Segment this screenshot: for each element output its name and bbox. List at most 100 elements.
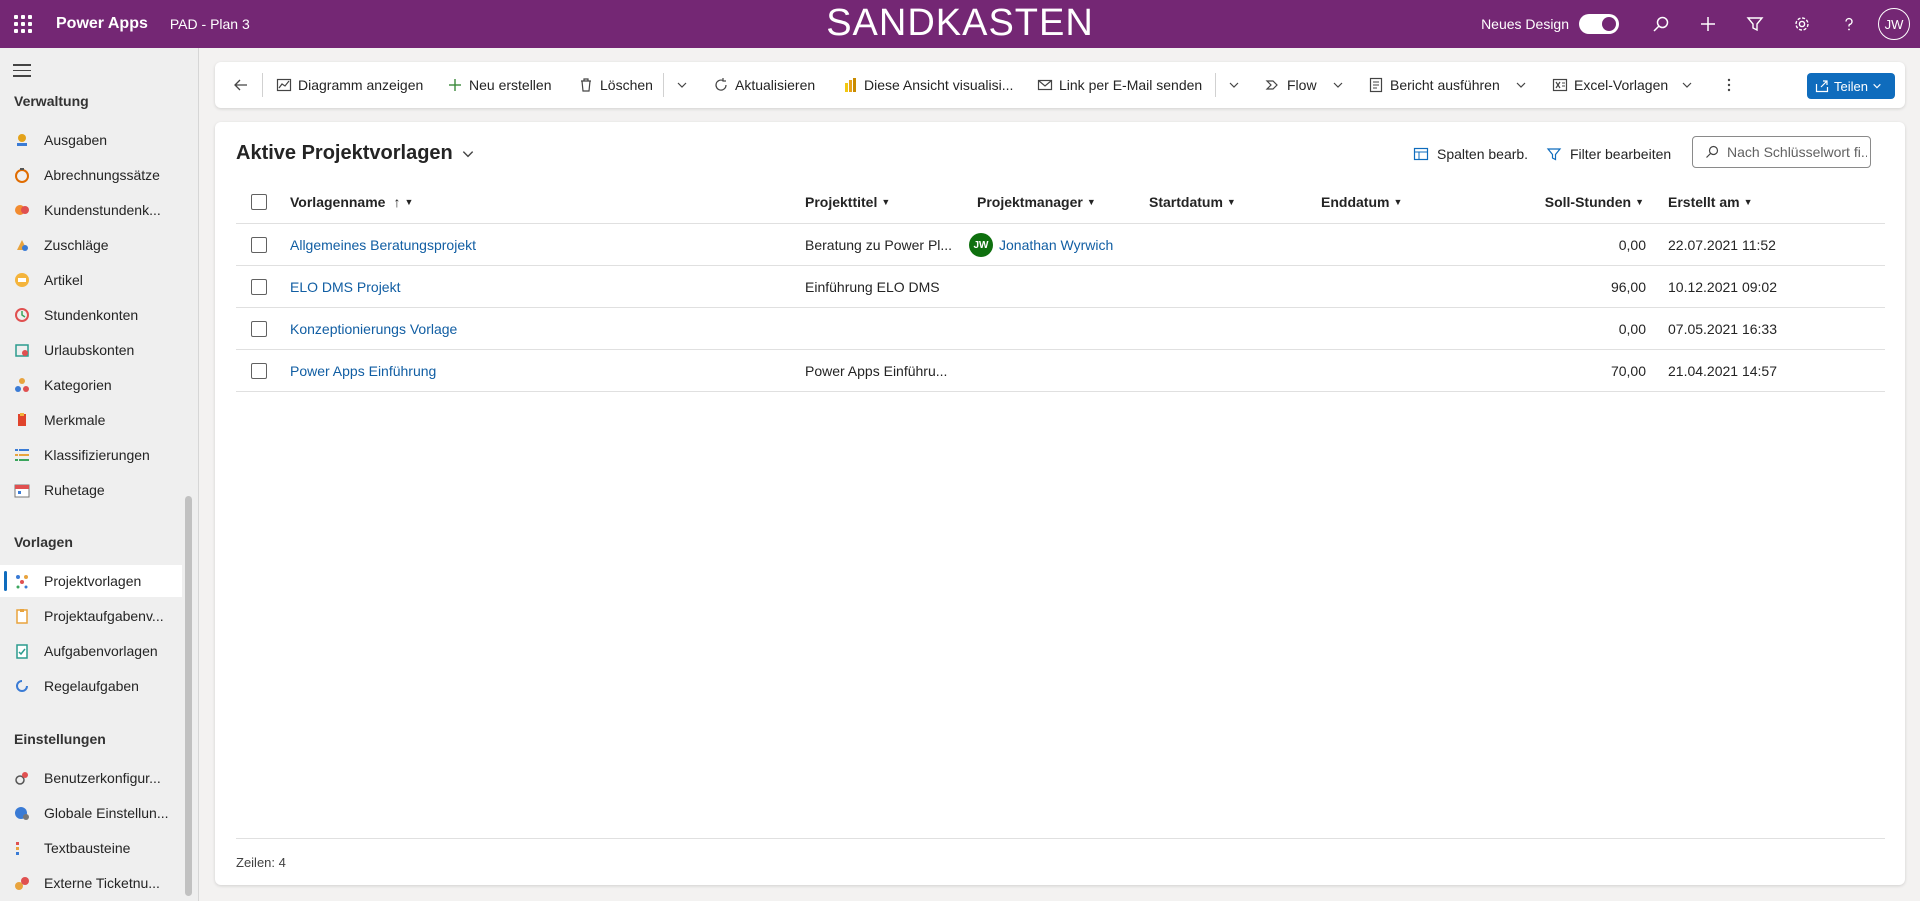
project-task-templates-icon: [14, 608, 30, 624]
sidebar-item-klassifizierungen[interactable]: Klassifizierungen: [0, 439, 182, 471]
share-icon: [1815, 80, 1829, 93]
sidebar-item-urlaubskonten[interactable]: Urlaubskonten: [0, 334, 182, 366]
filter-icon[interactable]: [1731, 0, 1778, 48]
rates-icon: [14, 167, 30, 183]
power-bi-icon: [845, 78, 856, 92]
flow-button[interactable]: Flow: [1265, 62, 1317, 108]
sidebar-item-benutzerkonfiguration[interactable]: Benutzerkonfigur...: [0, 762, 182, 794]
sidebar-item-artikel[interactable]: Artikel: [0, 264, 182, 296]
edit-columns-button[interactable]: Spalten bearb.: [1413, 138, 1528, 170]
search-icon[interactable]: [1637, 0, 1684, 48]
task-templates-icon: [14, 643, 30, 659]
help-icon[interactable]: [1825, 0, 1872, 48]
project-manager-cell[interactable]: [969, 350, 1139, 392]
back-button[interactable]: [233, 62, 255, 108]
template-name-link[interactable]: Allgemeines Beratungsprojekt: [290, 224, 790, 266]
row-checkbox[interactable]: [251, 363, 267, 379]
chevron-down-icon: ▼: [404, 197, 414, 207]
sidebar-scrollbar[interactable]: [185, 496, 192, 896]
sidebar-item-ausgaben[interactable]: Ausgaben: [0, 124, 182, 156]
email-chevron[interactable]: [1228, 62, 1240, 108]
row-checkbox[interactable]: [251, 321, 267, 337]
column-header-projektmanager[interactable]: Projektmanager ▼: [977, 180, 1096, 224]
surcharge-icon: [14, 237, 30, 253]
delete-button[interactable]: Löschen: [578, 62, 653, 108]
sidebar-item-externe-ticketnummern[interactable]: Externe Ticketnu...: [0, 867, 182, 899]
overflow-button[interactable]: [1726, 62, 1732, 108]
view-selector[interactable]: Aktive Projektvorlagen: [236, 142, 475, 165]
visualize-button[interactable]: Diese Ansicht visualisi...: [842, 62, 1013, 108]
app-name[interactable]: Power Apps: [56, 15, 148, 33]
select-all-checkbox[interactable]: [251, 194, 267, 210]
table-row[interactable]: Allgemeines Beratungsprojekt Beratung zu…: [236, 224, 1885, 266]
template-name-link[interactable]: ELO DMS Projekt: [290, 266, 790, 308]
sidebar-item-kategorien[interactable]: Kategorien: [0, 369, 182, 401]
sidebar-item-globale-einstellungen[interactable]: Globale Einstellun...: [0, 797, 182, 829]
sidebar-item-label: Benutzerkonfigur...: [44, 770, 161, 786]
edit-filters-button[interactable]: Filter bearbeiten: [1546, 138, 1671, 170]
chevron-down-icon: [1229, 82, 1239, 88]
app-launcher-icon[interactable]: [0, 0, 46, 48]
article-icon: [14, 272, 30, 288]
keyword-search-input[interactable]: [1727, 144, 1867, 160]
sidebar-item-projektvorlagen[interactable]: Projektvorlagen: [0, 565, 182, 597]
plus-icon[interactable]: [1684, 0, 1731, 48]
sidebar-item-abrechnungssaetze[interactable]: Abrechnungssätze: [0, 159, 182, 191]
new-design-label: Neues Design: [1481, 16, 1569, 32]
project-manager-cell[interactable]: [969, 266, 1139, 308]
refresh-button[interactable]: Aktualisieren: [713, 62, 815, 108]
sidebar-item-ruhetage[interactable]: Ruhetage: [0, 474, 182, 506]
project-manager-cell[interactable]: JW Jonathan Wyrwich: [969, 224, 1139, 266]
column-header-soll-stunden[interactable]: Soll-Stunden ▼: [1516, 180, 1644, 224]
chevron-down-icon: ▼: [1743, 197, 1753, 207]
section-label-einstellungen: Einstellungen: [14, 731, 106, 747]
sidebar-item-zuschlaege[interactable]: Zuschläge: [0, 229, 182, 261]
column-header-projekttitel[interactable]: Projekttitel ▼: [805, 180, 890, 224]
more-actions-chevron[interactable]: [676, 62, 688, 108]
chevron-down-icon: [677, 82, 687, 88]
template-name-link[interactable]: Power Apps Einführung: [290, 350, 790, 392]
excel-chevron[interactable]: [1681, 62, 1693, 108]
report-chevron[interactable]: [1515, 62, 1527, 108]
rest-days-icon: [14, 482, 30, 498]
column-header-vorlagenname[interactable]: Vorlagenname ↑ ▼: [290, 180, 413, 224]
email-link-button[interactable]: Link per E-Mail senden: [1037, 62, 1202, 108]
sidebar-item-stundenkonten[interactable]: Stundenkonten: [0, 299, 182, 331]
column-header-enddatum[interactable]: Enddatum ▼: [1321, 180, 1402, 224]
project-manager-link[interactable]: Jonathan Wyrwich: [999, 237, 1113, 253]
flow-chevron[interactable]: [1332, 62, 1344, 108]
sidebar-item-label: Klassifizierungen: [44, 447, 150, 463]
command-bar: Diagramm anzeigen Neu erstellen Löschen …: [215, 62, 1905, 108]
column-header-erstellt-am[interactable]: Erstellt am ▼: [1668, 180, 1753, 224]
search-icon: [1706, 145, 1719, 158]
sidebar-item-kundenstunden[interactable]: Kundenstundenk...: [0, 194, 182, 226]
section-label-verwaltung: Verwaltung: [14, 93, 89, 109]
table-row[interactable]: Konzeptionierungs Vorlage 0,00 07.05.202…: [236, 308, 1885, 350]
template-name-link[interactable]: Konzeptionierungs Vorlage: [290, 308, 790, 350]
row-checkbox[interactable]: [251, 279, 267, 295]
new-design-toggle[interactable]: [1579, 14, 1619, 34]
sidebar-item-textbausteine[interactable]: Textbausteine: [0, 832, 182, 864]
share-button[interactable]: Teilen: [1807, 73, 1895, 99]
hamburger-icon[interactable]: [13, 64, 31, 78]
excel-templates-button[interactable]: Excel-Vorlagen: [1552, 62, 1668, 108]
show-chart-button[interactable]: Diagramm anzeigen: [276, 62, 423, 108]
sidebar-item-projektaufgabenvorlagen[interactable]: Projektaufgabenv...: [0, 600, 182, 632]
sidebar-item-merkmale[interactable]: Merkmale: [0, 404, 182, 436]
sidebar-item-regelaufgaben[interactable]: Regelaufgaben: [0, 670, 182, 702]
table-row[interactable]: ELO DMS Projekt Einführung ELO DMS 96,00…: [236, 266, 1885, 308]
expenses-icon: [14, 132, 30, 148]
sidebar-item-aufgabenvorlagen[interactable]: Aufgabenvorlagen: [0, 635, 182, 667]
new-button[interactable]: Neu erstellen: [447, 62, 552, 108]
project-manager-cell[interactable]: [969, 308, 1139, 350]
start-date-cell: [1149, 224, 1299, 266]
column-header-startdatum[interactable]: Startdatum ▼: [1149, 180, 1236, 224]
keyword-search-box[interactable]: [1692, 136, 1871, 168]
table-row[interactable]: Power Apps Einführung Power Apps Einführ…: [236, 350, 1885, 392]
chevron-down-icon: ▼: [881, 197, 891, 207]
user-avatar[interactable]: JW: [1878, 8, 1910, 40]
chevron-down-icon: [1333, 82, 1343, 88]
gear-icon[interactable]: [1778, 0, 1825, 48]
row-checkbox[interactable]: [251, 237, 267, 253]
run-report-button[interactable]: Bericht ausführen: [1368, 62, 1500, 108]
